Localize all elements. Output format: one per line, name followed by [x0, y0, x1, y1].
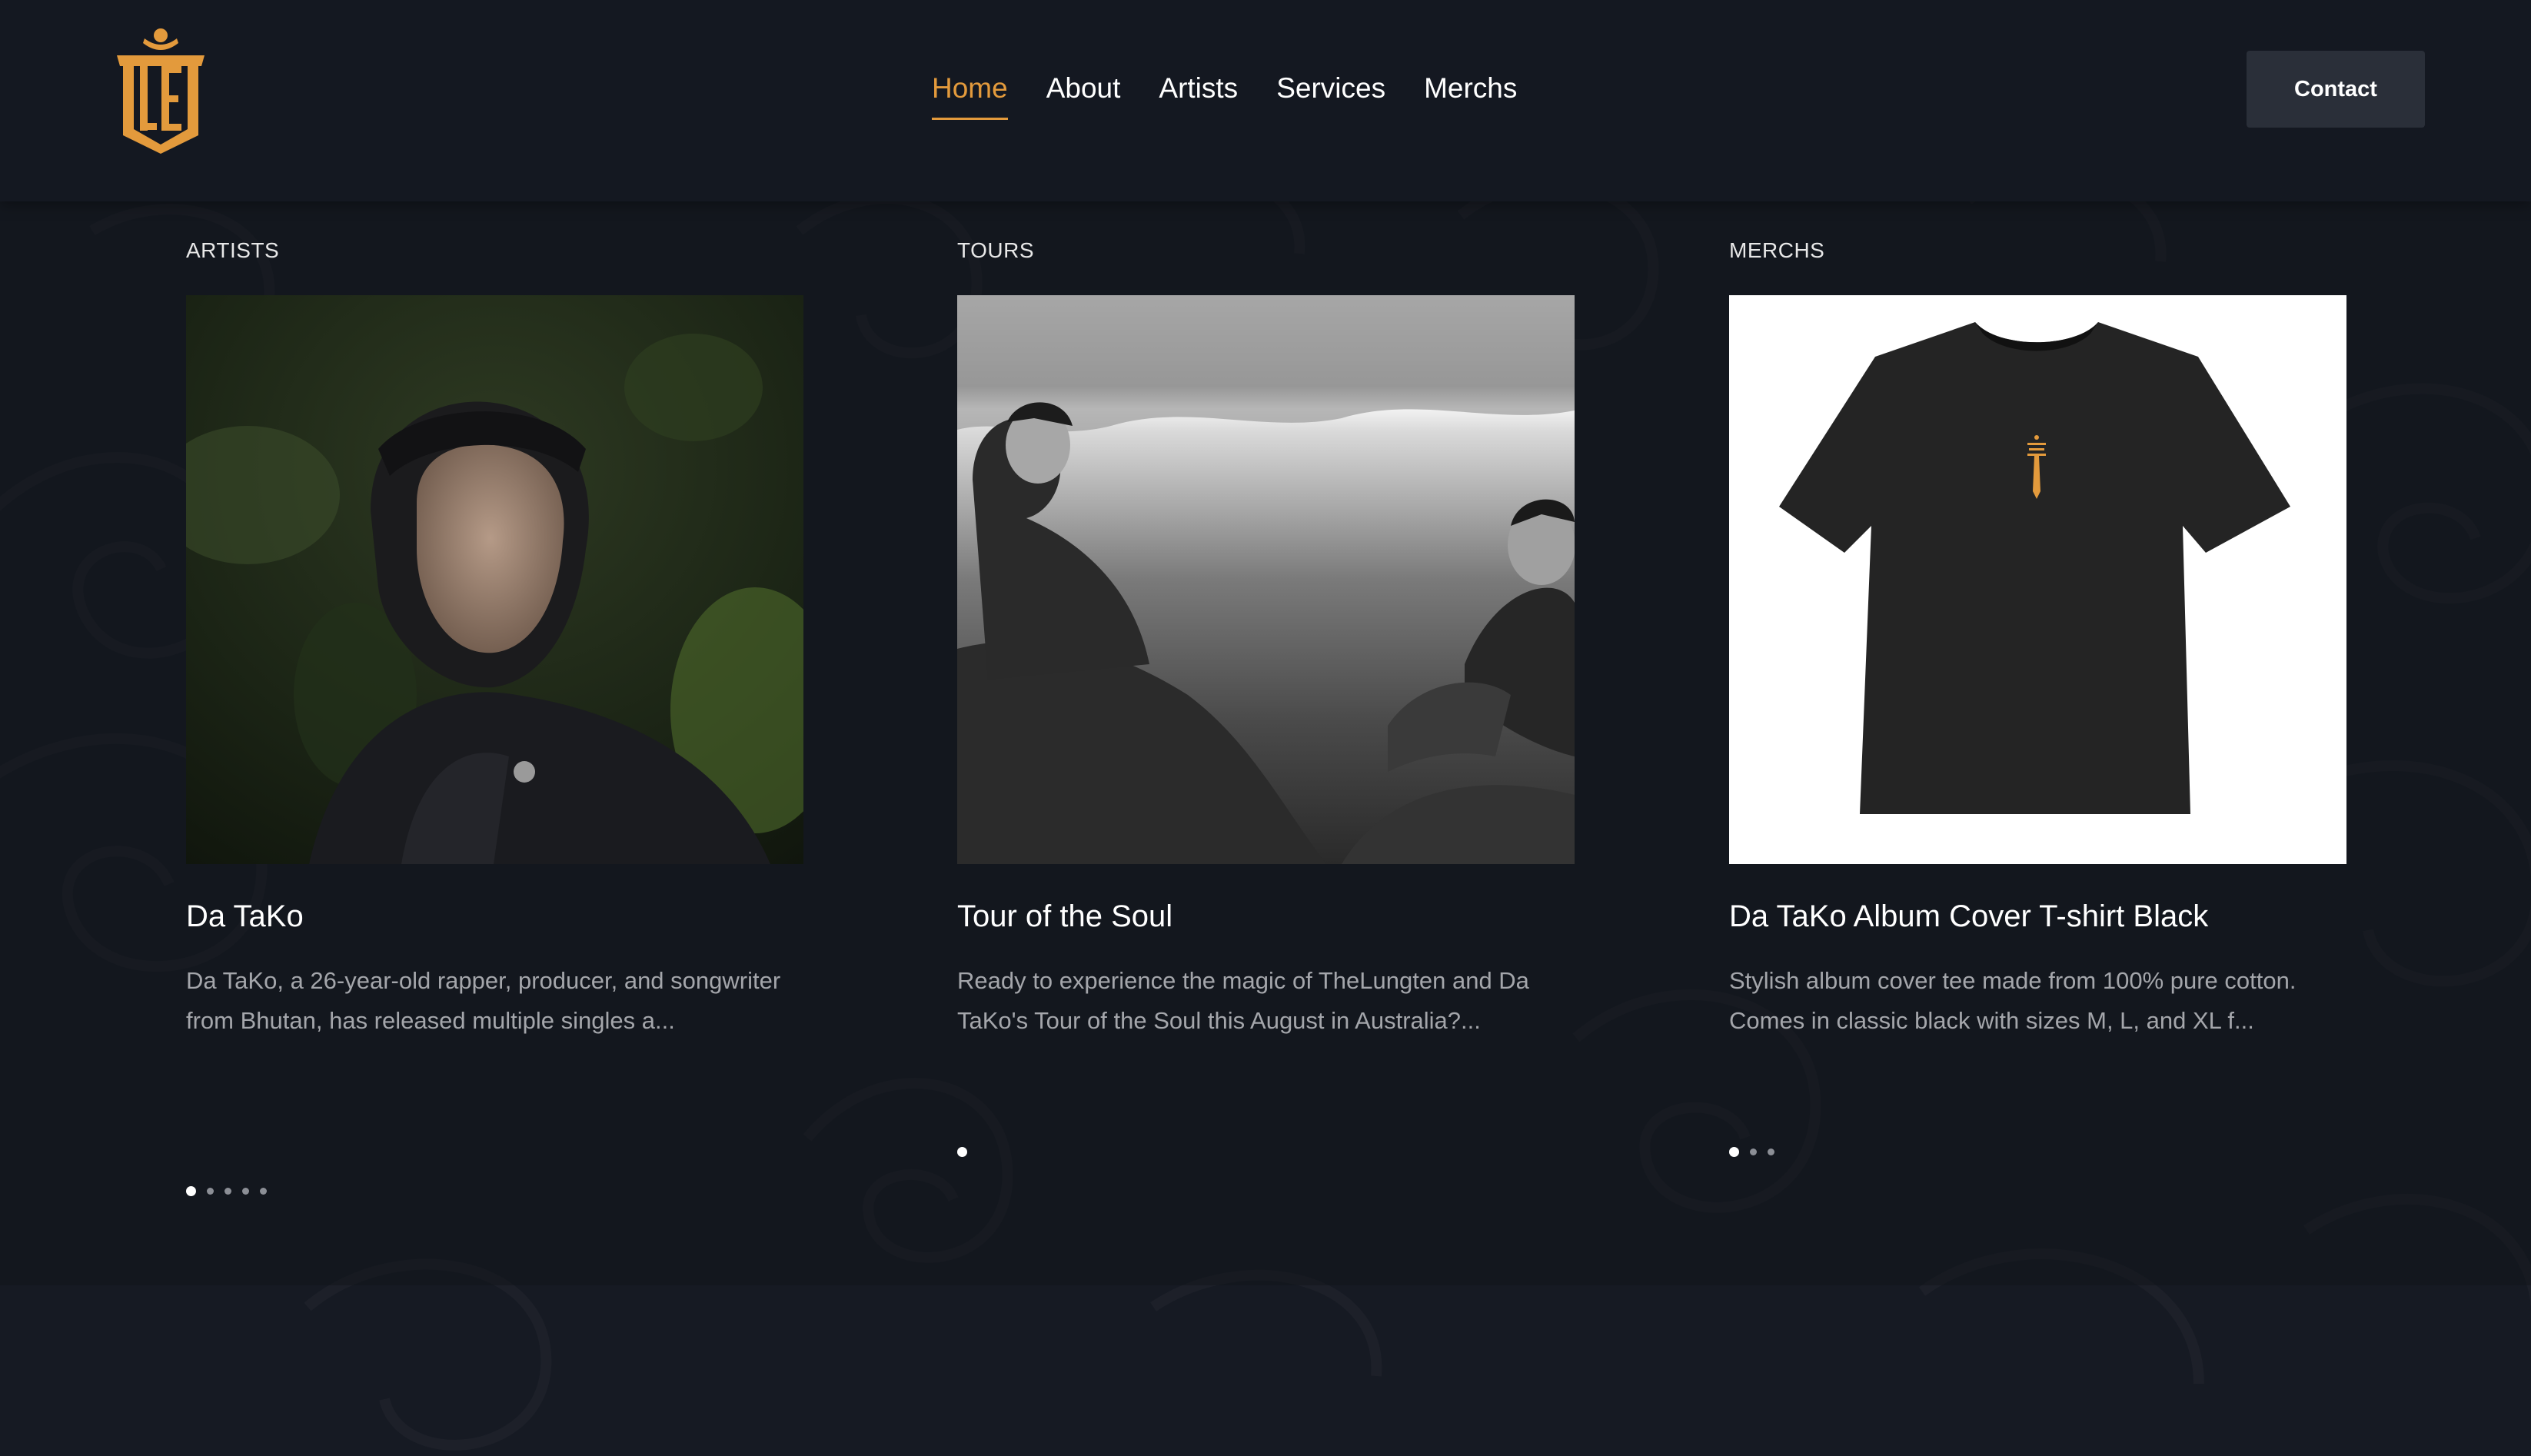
- artist-portrait-image[interactable]: [186, 295, 803, 864]
- carousel-dot[interactable]: [1768, 1149, 1774, 1155]
- card-description: Da TaKo, a 26-year-old rapper, producer,…: [186, 967, 781, 1034]
- carousel-dots: [1729, 1147, 1774, 1157]
- card-section-label: TOURS: [957, 238, 1034, 262]
- carousel-dot[interactable]: [242, 1188, 249, 1195]
- tshirt-product-image[interactable]: [1729, 295, 2346, 864]
- main-nav: Home About Artists Services Merchs: [932, 68, 1517, 120]
- carousel-dot[interactable]: [957, 1147, 967, 1157]
- card-section-label: MERCHS: [1729, 238, 1825, 262]
- card-title[interactable]: Tour of the Soul: [957, 899, 1172, 934]
- contact-button[interactable]: Contact: [2247, 51, 2425, 128]
- carousel-dot[interactable]: [224, 1188, 231, 1195]
- carousel-dot[interactable]: [207, 1188, 214, 1195]
- featured-cards-section: ARTISTS Da TaKo Da TaKo, a 26-year-old r…: [0, 201, 2531, 1285]
- nav-home[interactable]: Home: [932, 68, 1008, 120]
- carousel-dot[interactable]: [1750, 1149, 1757, 1155]
- card-description: Ready to experience the magic of TheLung…: [957, 967, 1529, 1034]
- carousel-dot[interactable]: [260, 1188, 267, 1195]
- nav-merchs[interactable]: Merchs: [1424, 68, 1517, 120]
- nav-services[interactable]: Services: [1276, 68, 1385, 120]
- card-title[interactable]: Da TaKo: [186, 899, 304, 934]
- carousel-dot[interactable]: [1729, 1147, 1739, 1157]
- nav-artists[interactable]: Artists: [1159, 68, 1238, 120]
- carousel-dots: [186, 1186, 267, 1196]
- carousel-dots: [957, 1147, 967, 1157]
- tle-logo[interactable]: [114, 23, 208, 154]
- card-section-label: ARTISTS: [186, 238, 280, 262]
- card-description: Stylish album cover tee made from 100% p…: [1729, 967, 2297, 1034]
- tour-lake-image[interactable]: [957, 295, 1575, 864]
- nav-about[interactable]: About: [1046, 68, 1121, 120]
- card-title[interactable]: Da TaKo Album Cover T-shirt Black: [1729, 899, 2208, 934]
- site-header: Home About Artists Services Merchs Conta…: [0, 0, 2531, 201]
- carousel-dot[interactable]: [186, 1186, 196, 1196]
